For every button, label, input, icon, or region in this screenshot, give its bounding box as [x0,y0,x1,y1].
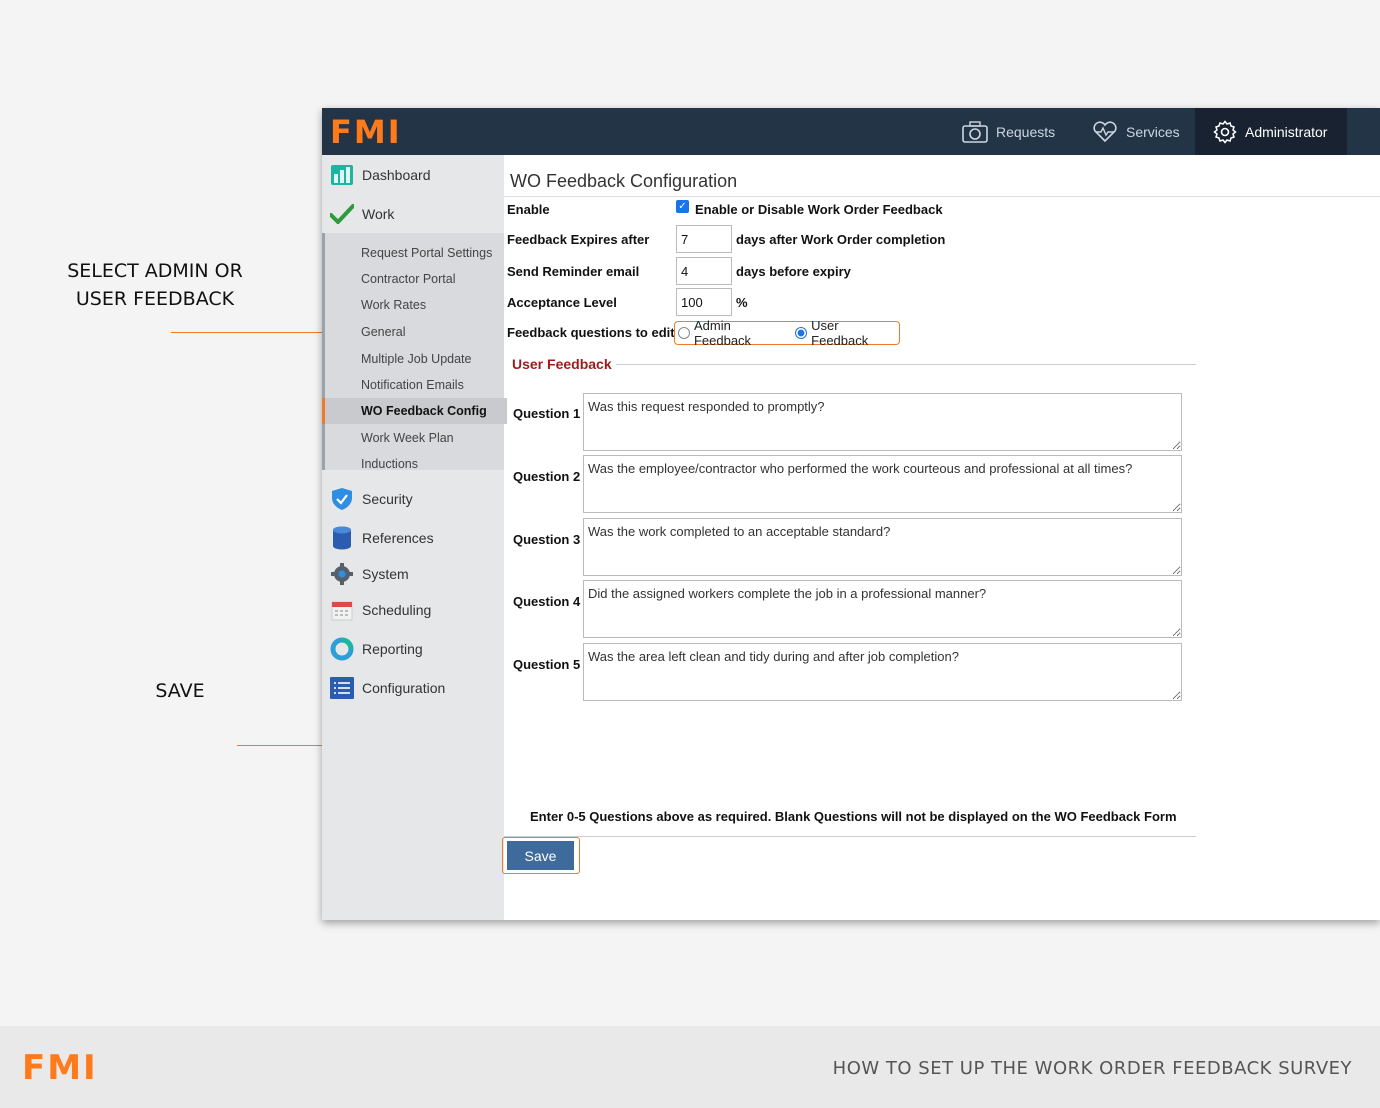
submenu-item-multiple-job-update[interactable]: Multiple Job Update [361,349,471,369]
sidebar-item-label: Reporting [362,641,423,657]
sidebar-item-security[interactable]: Security [322,481,504,517]
reminder-label: Send Reminder email [507,264,640,279]
question-5-textarea[interactable]: Was the area left clean and tidy during … [583,643,1182,701]
app-window: FMI Requests Services Administrator Dash… [322,108,1380,920]
admin-feedback-label[interactable]: Admin Feedback [694,318,791,348]
reminder-input[interactable] [676,257,732,285]
footer-logo: FMI [22,1048,98,1088]
submenu-item-wo-feedback-config[interactable]: WO Feedback Config [322,398,507,424]
callout-select-feedback: SELECT ADMIN OR USER FEEDBACK [60,257,250,313]
sidebar-item-label: Dashboard [362,167,431,183]
question-3-textarea[interactable]: Was the work completed to an acceptable … [583,518,1182,576]
title-divider [504,196,1380,197]
submenu-item-inductions[interactable]: Inductions [361,454,418,474]
sidebar: Dashboard Work Request Portal Settings C… [322,155,507,920]
question-4-textarea[interactable]: Did the assigned workers complete the jo… [583,580,1182,638]
shield-icon [330,487,354,511]
question-3-label: Question 3 [513,532,581,547]
nav-requests-label: Requests [996,123,1056,140]
nav-services[interactable]: Services [1092,108,1192,155]
footer: FMI HOW TO SET UP THE WORK ORDER FEEDBAC… [0,1026,1380,1108]
question-2-label: Question 2 [513,469,581,484]
enable-label: Enable [507,202,550,217]
admin-feedback-radio[interactable] [678,327,690,339]
note-divider [504,836,1196,837]
fmi-logo[interactable]: FMI [330,116,402,148]
heart-pulse-icon [1092,120,1118,143]
gear-icon [1213,119,1237,144]
sidebar-item-system[interactable]: System [322,556,504,592]
sidebar-item-label: Work [362,206,395,222]
callout-select-line2: USER FEEDBACK [75,288,235,310]
footer-title: HOW TO SET UP THE WORK ORDER FEEDBACK SU… [832,1058,1352,1079]
user-feedback-radio[interactable] [795,327,808,339]
sidebar-item-configuration[interactable]: Configuration [322,670,504,706]
acceptance-unit: % [736,295,748,310]
question-4-label: Question 4 [513,594,581,609]
sidebar-item-label: Scheduling [362,602,432,618]
callout-select-line1: SELECT ADMIN OR [67,260,243,282]
feedback-type-radio-group: Admin Feedback User Feedback [674,318,900,348]
checkmark-icon [330,202,354,226]
sidebar-item-label: Configuration [362,680,446,696]
nav-administrator[interactable]: Administrator [1195,108,1347,155]
donut-chart-icon [330,637,354,661]
enable-checkbox[interactable]: ✓ [676,200,689,213]
save-button[interactable]: Save [507,841,574,870]
sidebar-item-label: Security [362,491,413,507]
nav-services-label: Services [1126,123,1180,140]
questions-note: Enter 0-5 Questions above as required. B… [530,809,1177,824]
reminder-text: days before expiry [736,264,851,279]
expires-label: Feedback Expires after [507,232,650,247]
save-highlight: Save [502,837,580,874]
expires-text: days after Work Order completion [736,232,946,247]
question-1-label: Question 1 [513,406,581,421]
sidebar-item-label: System [362,566,409,582]
submenu-item-work-rates[interactable]: Work Rates [361,295,426,315]
dashboard-icon [330,163,354,187]
submenu-item-general[interactable]: General [361,322,405,342]
main-content: WO Feedback Configuration Enable ✓ Enabl… [502,155,1380,920]
section-divider [616,364,1196,365]
list-icon [330,676,354,700]
question-1-textarea[interactable]: Was this request responded to promptly? [583,393,1182,451]
gear-icon [330,562,354,586]
sidebar-item-scheduling[interactable]: Scheduling [322,592,504,628]
question-5-label: Question 5 [513,657,581,672]
expires-input[interactable] [676,225,732,253]
nav-requests[interactable]: Requests [962,108,1062,155]
camera-icon [962,120,988,143]
sidebar-item-references[interactable]: References [322,520,504,556]
sidebar-item-label: References [362,530,434,546]
top-bar: FMI Requests Services Administrator [322,108,1380,155]
submenu-item-work-week-plan[interactable]: Work Week Plan [361,428,454,448]
submenu-item-request-portal-settings[interactable]: Request Portal Settings [361,243,492,263]
submenu-item-notification-emails[interactable]: Notification Emails [361,375,464,395]
sidebar-item-work[interactable]: Work [322,196,504,232]
sidebar-item-dashboard[interactable]: Dashboard [322,157,504,193]
question-2-textarea[interactable]: Was the employee/contractor who performe… [583,455,1182,513]
nav-administrator-label: Administrator [1245,123,1328,140]
callout-save: SAVE [155,680,205,702]
user-feedback-label[interactable]: User Feedback [811,318,899,348]
database-icon [330,526,354,550]
calendar-icon [330,598,354,622]
enable-text: Enable or Disable Work Order Feedback [695,202,943,217]
questions-edit-label: Feedback questions to edit [507,325,675,340]
page-title: WO Feedback Configuration [510,171,738,191]
acceptance-label: Acceptance Level [507,295,617,310]
sidebar-item-reporting[interactable]: Reporting [322,631,504,667]
section-title: User Feedback [512,356,612,372]
work-submenu: Request Portal Settings Contractor Porta… [322,233,507,471]
submenu-item-contractor-portal[interactable]: Contractor Portal [361,269,455,289]
acceptance-input[interactable] [676,288,732,316]
